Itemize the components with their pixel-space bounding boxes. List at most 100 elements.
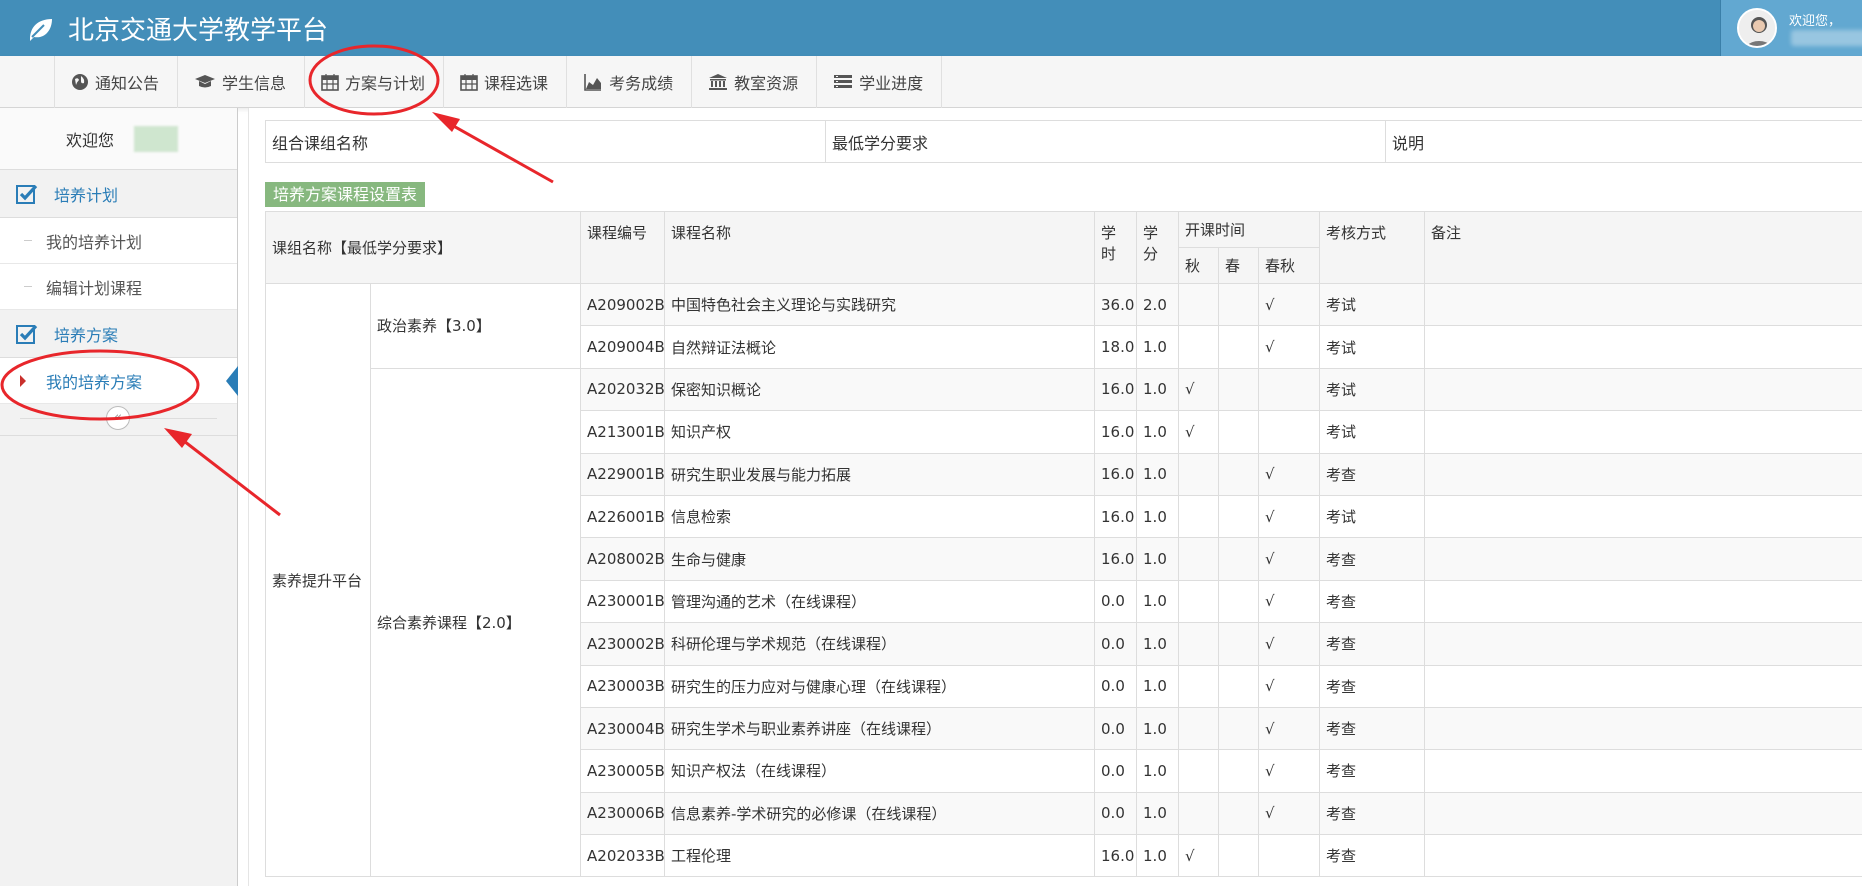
nav-exams-grades[interactable]: 考务成绩 (566, 56, 691, 108)
cell-exam: 考查 (1319, 834, 1426, 878)
cell-both (1258, 410, 1321, 454)
cell-credits: 1.0 (1136, 622, 1180, 666)
nav-plans[interactable]: 方案与计划 (304, 56, 443, 108)
subgroup-cell: 综合素养课程【2.0】 (369, 367, 582, 878)
header-remark: 备注 (1424, 211, 1862, 284)
cell-credits: 2.0 (1136, 282, 1180, 327)
cell-autumn (1178, 664, 1220, 708)
cell-credits: 1.0 (1136, 664, 1180, 708)
cell-exam: 考试 (1319, 367, 1426, 412)
sidebar-section-label: 培养方案 (54, 325, 119, 345)
sidebar-welcome: 欢迎您 (0, 108, 237, 170)
cell-hours: 18.0 (1094, 325, 1138, 369)
brand[interactable]: 北京交通大学教学平台 (26, 10, 328, 47)
cell-spring (1218, 367, 1260, 412)
cell-both (1258, 367, 1321, 412)
nav-notices[interactable]: 通知公告 (54, 56, 177, 108)
table-row: 综合素养课程【2.0】 A202032B 保密知识概论 16.0 1.0 √ 考试 (266, 367, 1862, 878)
cell-both (1258, 834, 1321, 878)
user-name-redacted (134, 125, 179, 152)
sidebar-item-label: 我的培养计划 (46, 232, 143, 252)
cell-autumn (1178, 494, 1220, 539)
cell-both: √ (1258, 494, 1321, 539)
cell-autumn: √ (1178, 367, 1220, 412)
cell-exam: 考试 (1319, 325, 1426, 369)
cell-autumn: √ (1178, 410, 1220, 454)
cell-both: √ (1258, 452, 1321, 496)
nav-progress[interactable]: 学业进度 (816, 56, 943, 108)
cell-spring (1218, 410, 1260, 454)
cell-name: 自然辩证法概论 (664, 325, 1096, 369)
cell-code: A202033B (580, 834, 666, 878)
user-avatar-icon (1739, 10, 1775, 46)
cell-exam: 考查 (1319, 579, 1426, 624)
cell-remark (1424, 410, 1862, 454)
cell-hours: 0.0 (1094, 791, 1138, 836)
cell-autumn (1178, 452, 1220, 496)
cell-spring (1218, 325, 1260, 369)
sidebar-item-my-program[interactable]: 我的培养方案 (0, 358, 238, 404)
cell-hours: 0.0 (1094, 664, 1138, 708)
cell-remark (1424, 367, 1862, 412)
cell-both: √ (1258, 664, 1321, 708)
sidebar-collapse-button[interactable]: « (106, 406, 130, 430)
cell-code: A230004B (580, 706, 666, 751)
cell-autumn (1178, 325, 1220, 369)
cell-name: 研究生学术与职业素养讲座（在线课程） (664, 706, 1096, 751)
cell-exam: 考查 (1319, 537, 1426, 581)
nav-label: 考务成绩 (609, 74, 674, 93)
sidebar-item-edit-plan-courses[interactable]: 编辑计划课程 (0, 264, 237, 310)
cell-code: A230003B (580, 664, 666, 708)
cell-hours: 0.0 (1094, 579, 1138, 624)
main-content: 组合课组名称 最低学分要求 说明 培养方案课程设置表 课组名称【最低学分要求】 … (248, 108, 1862, 886)
cell-code: A202032B (580, 367, 666, 412)
cell-code: A229001B (580, 452, 666, 496)
check-square-icon (16, 324, 38, 344)
cell-spring (1218, 452, 1260, 496)
nav-classrooms[interactable]: 教室资源 (691, 56, 816, 108)
user-menu[interactable]: 欢迎您， (1720, 0, 1862, 56)
sidebar-item-my-plan[interactable]: 我的培养计划 (0, 218, 237, 264)
cell-hours: 16.0 (1094, 410, 1138, 454)
cell-remark (1424, 325, 1862, 369)
sidebar-item-label: 我的培养方案 (46, 372, 143, 392)
cell-spring (1218, 791, 1260, 836)
header-min-credits: 最低学分要求 (825, 120, 1386, 163)
combo-group-table: 组合课组名称 最低学分要求 说明 (265, 120, 1862, 163)
cell-spring (1218, 834, 1260, 878)
cell-credits: 1.0 (1136, 706, 1180, 751)
nav-student-info[interactable]: 学生信息 (177, 56, 304, 108)
sidebar-section-label: 培养计划 (54, 185, 119, 205)
calendar-icon (460, 74, 478, 91)
avatar (1737, 8, 1777, 48)
cell-spring (1218, 282, 1260, 327)
header-group: 课组名称【最低学分要求】 (264, 211, 582, 284)
cell-exam: 考试 (1319, 282, 1426, 327)
cell-hours: 36.0 (1094, 282, 1138, 327)
nav-label: 方案与计划 (345, 74, 426, 93)
app-title: 北京交通大学教学平台 (68, 16, 329, 46)
course-table: 课组名称【最低学分要求】 课程编号 课程名称 学时 学分 开课时间 考核方式 备… (264, 211, 1862, 878)
area-chart-icon (584, 74, 602, 91)
cell-code: A230005B (580, 749, 666, 793)
header-hours: 学时 (1094, 211, 1138, 284)
sidebar-section-training-plan[interactable]: 培养计划 (0, 170, 237, 218)
cell-hours: 16.0 (1094, 494, 1138, 539)
sidebar-section-training-program[interactable]: 培养方案 (0, 310, 237, 358)
cell-credits: 1.0 (1136, 834, 1180, 878)
header-both: 春秋 (1258, 247, 1321, 284)
cell-both: √ (1258, 791, 1321, 836)
cell-remark (1424, 494, 1862, 539)
section-label: 培养方案课程设置表 (265, 182, 426, 207)
cell-spring (1218, 579, 1260, 624)
nav-course-selection[interactable]: 课程选课 (443, 56, 566, 108)
cell-credits: 1.0 (1136, 579, 1180, 624)
cell-spring (1218, 749, 1260, 793)
cell-exam: 考查 (1319, 791, 1426, 836)
cell-credits: 1.0 (1136, 452, 1180, 496)
cell-credits: 1.0 (1136, 367, 1180, 412)
cell-both: √ (1258, 537, 1321, 581)
cell-hours: 16.0 (1094, 367, 1138, 412)
cell-spring (1218, 537, 1260, 581)
cell-hours: 0.0 (1094, 706, 1138, 751)
